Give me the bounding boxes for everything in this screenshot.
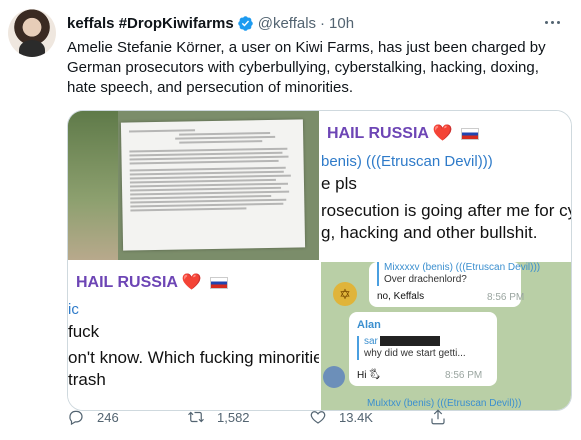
channel-title-text: HAIL RUSSIA [76, 274, 178, 291]
quote-text: why did we start getti... [364, 348, 466, 359]
reply-button[interactable]: 246 [67, 402, 119, 432]
channel-title-text: HAIL RUSSIA [327, 125, 429, 142]
reply-quote: sar why did we start getti... [357, 336, 466, 360]
message-line: trash [68, 370, 106, 389]
message-line: g, hacking and other bullshit. [321, 223, 538, 242]
channel-title: HAIL RUSSIA ❤️ [76, 272, 229, 292]
more-options-icon[interactable] [540, 12, 564, 32]
author-name[interactable]: keffals #DropKiwifarms [67, 15, 234, 32]
tweet-header: keffals #DropKiwifarms @keffals · 10h [67, 12, 354, 34]
retweet-count: 1,582 [217, 409, 250, 425]
reply-count: 246 [97, 409, 119, 425]
reply-quote: Mixxxxv (benis) (((Etruscan Devil))) Ove… [377, 262, 540, 286]
russia-flag-icon [461, 127, 480, 140]
quote-name: sar [364, 336, 466, 348]
sender-name: benis) (((Etruscan Devil))) [321, 153, 493, 170]
message-line: e pls [321, 174, 357, 193]
quote-text: Over drachenlord? [384, 274, 467, 285]
media-image-telegram-chat[interactable]: Mixxxxv (benis) (((Etruscan Devil))) Ove… [321, 262, 571, 410]
message-bubble: Alan sar why did we start getti... Hi 🖏 … [349, 312, 497, 386]
redaction-bar [379, 336, 440, 347]
media-image-telegram-message-1[interactable]: HAIL RUSSIA ❤️ benis) (((Etruscan Devil)… [321, 111, 571, 260]
russia-flag-icon [210, 276, 229, 289]
verified-badge-icon [237, 15, 253, 31]
message-time: 8:56 PM [445, 370, 483, 381]
message-text: Hi 🖏 [357, 370, 380, 381]
message-sender: Alan [357, 319, 381, 331]
tweet-text: Amelie Stefanie Körner, a user on Kiwi F… [67, 39, 546, 96]
sender-avatar-star-icon: ✡ [333, 282, 357, 306]
media-grid: HAIL RUSSIA ❤️ benis) (((Etruscan Devil)… [67, 110, 572, 411]
quote-name: Mixxxxv (benis) (((Etruscan Devil))) [384, 262, 541, 273]
author-avatar[interactable] [8, 9, 56, 57]
tweet[interactable]: keffals #DropKiwifarms @keffals · 10h Am… [0, 0, 581, 440]
document-paper [120, 119, 306, 251]
like-count: 13.4K [339, 409, 373, 425]
heart-icon: ❤️ [432, 125, 453, 142]
message-bubble: Mixxxxv (benis) (((Etruscan Devil))) Ove… [369, 262, 540, 307]
sender-avatar [323, 366, 345, 388]
tweet-actions: 246 1,582 13.4K [67, 402, 547, 432]
share-button[interactable] [429, 402, 459, 432]
background-foliage [68, 111, 118, 260]
message-line: fuck [68, 322, 100, 341]
message-line: on't know. Which fucking minorities did … [68, 348, 319, 367]
sender-name: ic [68, 301, 79, 318]
heart-like-icon [310, 411, 326, 424]
retweet-icon [188, 411, 204, 423]
media-image-document-photo[interactable] [68, 111, 319, 260]
message-line: rosecution is going after me for cyberb [321, 201, 571, 220]
message-time: 8:56 PM [487, 292, 525, 303]
channel-title: HAIL RUSSIA ❤️ [327, 123, 480, 143]
author-handle[interactable]: @keffals [258, 15, 316, 32]
like-button[interactable]: 13.4K [309, 402, 373, 432]
heart-icon: ❤️ [181, 274, 202, 291]
header-separator: · [320, 14, 326, 32]
reply-icon [69, 410, 83, 426]
retweet-button[interactable]: 1,582 [187, 402, 250, 432]
media-image-telegram-message-2[interactable]: HAIL RUSSIA ❤️ ic fuck on't know. Which … [68, 262, 319, 410]
message-text: no, Keffals [377, 291, 425, 302]
tweet-timestamp[interactable]: 10h [329, 15, 354, 32]
share-icon [431, 409, 445, 425]
